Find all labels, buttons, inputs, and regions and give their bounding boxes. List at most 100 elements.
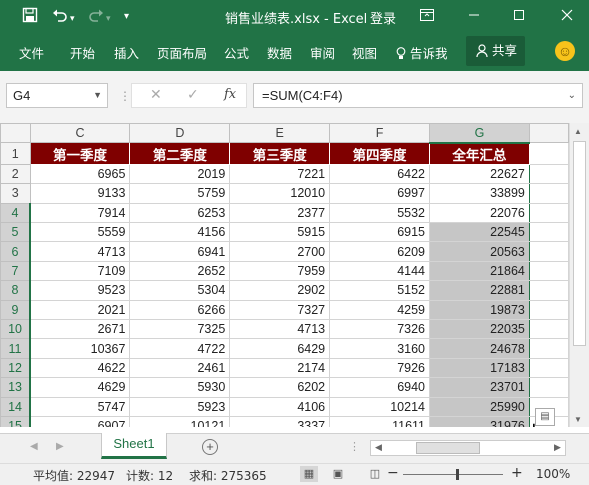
cell[interactable]: 4144 bbox=[329, 260, 430, 282]
cell[interactable] bbox=[528, 202, 569, 224]
undo-icon[interactable] bbox=[52, 7, 68, 27]
cell[interactable]: 23701 bbox=[429, 377, 530, 398]
tab-insert[interactable]: 插入 bbox=[114, 43, 139, 62]
cell[interactable]: 5747 bbox=[29, 396, 131, 417]
cell[interactable]: 4713 bbox=[229, 319, 331, 340]
cell[interactable]: 4713 bbox=[29, 241, 131, 262]
column-header-f[interactable]: F bbox=[329, 123, 430, 144]
row-header[interactable]: 9 bbox=[0, 299, 32, 321]
row-header[interactable]: 7 bbox=[0, 260, 32, 282]
header-cell[interactable]: 第四季度 bbox=[329, 142, 430, 165]
next-sheet-icon[interactable]: ▶ bbox=[56, 441, 64, 452]
cell[interactable]: 5152 bbox=[329, 280, 430, 301]
cell[interactable] bbox=[528, 338, 569, 359]
cell[interactable]: 2902 bbox=[229, 280, 331, 301]
cell[interactable]: 7926 bbox=[329, 357, 430, 379]
cell[interactable] bbox=[528, 163, 569, 185]
row-header[interactable]: 13 bbox=[0, 377, 32, 398]
tab-page-layout[interactable]: 页面布局 bbox=[157, 43, 207, 62]
minimize-icon[interactable] bbox=[464, 6, 484, 26]
header-cell[interactable]: 第一季度 bbox=[29, 142, 131, 165]
cell[interactable]: 7109 bbox=[29, 260, 131, 282]
row-header[interactable]: 6 bbox=[0, 241, 32, 262]
cell[interactable] bbox=[528, 222, 569, 243]
feedback-smiley-icon[interactable]: ☺ bbox=[555, 41, 575, 61]
scroll-right-icon[interactable]: ▶ bbox=[554, 442, 561, 453]
cell[interactable]: 10214 bbox=[329, 396, 430, 417]
zoom-slider[interactable] bbox=[403, 474, 503, 475]
header-cell[interactable]: 全年汇总 bbox=[429, 142, 530, 165]
prev-sheet-icon[interactable]: ◀ bbox=[30, 441, 38, 452]
cell[interactable]: 3337 bbox=[229, 415, 331, 427]
tab-file[interactable]: 文件 bbox=[19, 43, 44, 62]
cell[interactable]: 2671 bbox=[29, 319, 131, 340]
cell[interactable]: 5532 bbox=[329, 202, 430, 224]
undo-dropdown-icon[interactable]: ▾ bbox=[70, 9, 75, 27]
cell[interactable]: 22881 bbox=[429, 280, 530, 301]
cell[interactable]: 7327 bbox=[229, 299, 331, 321]
cell[interactable]: 2700 bbox=[229, 241, 331, 262]
login-link[interactable]: 登录 bbox=[370, 8, 396, 27]
customize-toolbar-icon[interactable]: ▾ bbox=[124, 8, 129, 26]
cancel-icon[interactable]: ✕ bbox=[150, 86, 162, 103]
cell[interactable]: 6907 bbox=[29, 415, 131, 427]
cell[interactable]: 21864 bbox=[429, 260, 530, 282]
cell[interactable] bbox=[528, 241, 569, 262]
maximize-icon[interactable] bbox=[509, 6, 529, 26]
expand-formula-icon[interactable]: ⌄ bbox=[568, 84, 576, 107]
column-header-e[interactable]: E bbox=[229, 123, 331, 144]
cell[interactable]: 31976 bbox=[429, 415, 530, 427]
share-button[interactable]: 共享 bbox=[466, 36, 525, 66]
row-header[interactable]: 5 bbox=[0, 222, 32, 243]
row-header[interactable]: 3 bbox=[0, 183, 31, 204]
cell[interactable]: 5923 bbox=[129, 396, 231, 417]
row-header[interactable]: 8 bbox=[0, 280, 32, 301]
cell[interactable]: 12010 bbox=[229, 183, 331, 204]
ribbon-display-icon[interactable] bbox=[417, 6, 437, 26]
zoom-out-icon[interactable]: − bbox=[387, 465, 399, 481]
cell[interactable]: 24678 bbox=[429, 338, 530, 359]
formula-input[interactable]: =SUM(C4:F4) ⌄ bbox=[253, 83, 583, 108]
cell[interactable]: 4156 bbox=[129, 222, 231, 243]
cell[interactable]: 4629 bbox=[29, 377, 131, 398]
cell[interactable]: 7325 bbox=[129, 319, 231, 340]
page-layout-view-icon[interactable]: ▣ bbox=[329, 466, 347, 482]
cell[interactable]: 22076 bbox=[429, 202, 530, 224]
enter-icon[interactable]: ✓ bbox=[187, 86, 199, 103]
cell[interactable]: 5759 bbox=[129, 183, 231, 204]
cell[interactable]: 10367 bbox=[29, 338, 131, 359]
cell[interactable] bbox=[528, 357, 569, 379]
tab-home[interactable]: 开始 bbox=[70, 43, 95, 62]
scroll-down-icon[interactable]: ▼ bbox=[574, 415, 582, 424]
cell[interactable]: 2174 bbox=[229, 357, 331, 379]
tab-view[interactable]: 视图 bbox=[352, 43, 377, 62]
add-sheet-icon[interactable]: + bbox=[202, 439, 218, 455]
page-break-view-icon[interactable]: ◫ bbox=[366, 466, 384, 482]
cell[interactable]: 19873 bbox=[429, 299, 530, 321]
cell[interactable]: 22035 bbox=[429, 319, 530, 340]
cell[interactable]: 5304 bbox=[129, 280, 231, 301]
cell[interactable]: 7326 bbox=[329, 319, 430, 340]
tab-splitter-icon[interactable]: ⋮ bbox=[349, 440, 360, 453]
save-icon[interactable] bbox=[22, 7, 38, 27]
cell[interactable]: 2377 bbox=[229, 202, 331, 224]
cell[interactable]: 20563 bbox=[429, 241, 530, 262]
cell[interactable]: 6266 bbox=[129, 299, 231, 321]
cell[interactable]: 7959 bbox=[229, 260, 331, 282]
row-header[interactable]: 2 bbox=[0, 163, 31, 185]
cell[interactable]: 6202 bbox=[229, 377, 331, 398]
tab-data[interactable]: 数据 bbox=[267, 43, 292, 62]
column-header-c[interactable]: C bbox=[29, 123, 131, 144]
sheet-tab-sheet1[interactable]: Sheet1 bbox=[101, 433, 167, 459]
row-header[interactable]: 15 bbox=[0, 415, 32, 427]
zoom-in-icon[interactable]: + bbox=[511, 465, 523, 481]
vertical-scrollbar[interactable]: ▲ ▼ bbox=[569, 123, 589, 427]
cell[interactable]: 4106 bbox=[229, 396, 331, 417]
cell[interactable]: 3160 bbox=[329, 338, 430, 359]
cell[interactable]: 5930 bbox=[129, 377, 231, 398]
cell[interactable] bbox=[528, 377, 569, 398]
tell-me-box[interactable]: 告诉我 bbox=[396, 43, 448, 62]
tab-review[interactable]: 审阅 bbox=[310, 43, 335, 62]
cell[interactable]: 6965 bbox=[29, 163, 131, 185]
select-all-corner[interactable] bbox=[0, 123, 31, 144]
